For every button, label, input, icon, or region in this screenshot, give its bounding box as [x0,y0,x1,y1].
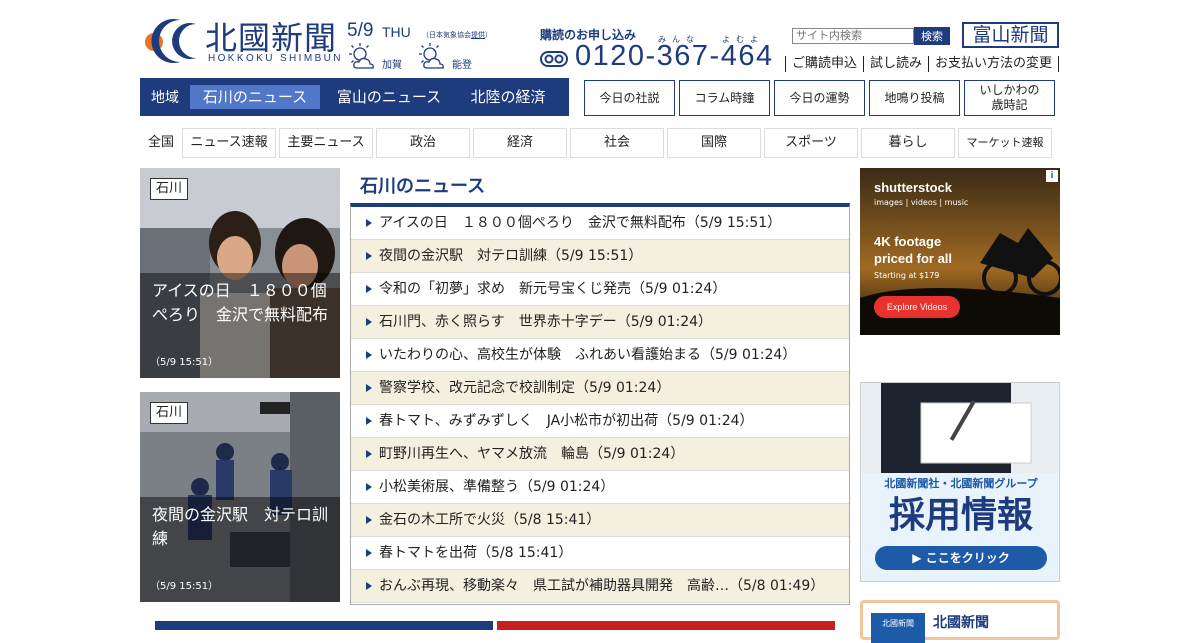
logo-text[interactable]: 北國新聞 [205,18,337,58]
news-item[interactable]: いたわりの心、高校生が体験 ふれあい看護始まる（5/9 01:24） [351,339,849,372]
reader-post-button[interactable]: 地鳴り投稿 [869,80,960,116]
current-date: 5/9 [347,20,374,41]
current-day: THU [382,24,411,40]
ad-headline: 採用情報 [888,495,1033,536]
weather-credit-link[interactable]: 提供 [471,31,485,39]
ad-photo [861,383,1059,473]
free-dial-icon [540,50,568,68]
toyama-shimbun-button[interactable]: 富山新聞 [962,22,1059,48]
ad-cta-button[interactable]: ▶ ここをクリック [875,546,1047,570]
banner-label: 北國新聞 [933,615,989,631]
news-item[interactable]: 金石の木工所で火災（5/8 15:41） [351,504,849,537]
weather-area-label: 加賀 [382,60,402,71]
recruit-ad[interactable]: 北國新聞社・北國新聞グループ 採用情報 ▶ ここをクリック [860,382,1060,582]
card-time: （5/9 15:51） [150,357,219,368]
subscribe-link[interactable]: ご購読申込 [785,56,865,72]
region-nav: 地域 石川のニュース 富山のニュース 北陸の経済 [140,78,569,116]
hokkoku-logo-box: 北國新聞 [871,613,925,643]
weather-area-label: 能登 [452,60,472,71]
news-item[interactable]: 令和の「初夢」求め 新元号宝くじ発売（5/9 01:24） [351,273,849,306]
tab-hokuriku-economy[interactable]: 北陸の経済 [458,85,558,109]
national-label: 全国 [147,135,174,150]
payment-change-link[interactable]: お支払い方法の変更 [929,56,1060,72]
ad-price: Starting at $179 [874,271,940,280]
shutterstock-ad[interactable]: shutterstock images | videos | music i 4… [860,168,1060,335]
news-item[interactable]: 小松美術展、準備整う（5/9 01:24） [351,471,849,504]
seasonal-almanac-button[interactable]: いしかわの 歳時記 [964,80,1055,116]
cat-economy[interactable]: 経済 [473,128,567,158]
news-photo-card[interactable]: 石川 夜間の金沢駅 対テロ訓練 （5/9 15:51） [140,392,340,602]
subscribe-phone[interactable]: 0120-367-464 [575,40,774,73]
news-item[interactable]: 警察学校、改元記念で校訓制定（5/9 01:24） [351,372,849,405]
news-item[interactable]: おんぶ再現、移動楽々 県工試が補助器具開発 高齢…（5/8 01:49） [351,570,849,603]
search-button[interactable]: 検索 [914,27,950,45]
region-tag: 石川 [150,178,189,200]
news-list: アイスの日 １８００個ぺろり 金沢で無料配布（5/9 15:51） 夜間の金沢駅… [350,203,850,605]
cat-society[interactable]: 社会 [570,128,664,158]
tab-toyama-news[interactable]: 富山のニュース [324,85,454,109]
ad-cta-button[interactable]: Explore Videos [874,296,960,318]
cat-living[interactable]: 暮らし [861,128,955,158]
sun-cloud-icon [419,43,444,69]
news-item[interactable]: 町野川再生へ、ヤマメ放流 輪島（5/9 01:24） [351,438,849,471]
horoscope-button[interactable]: 今日の運勢 [774,80,865,116]
weather-noto[interactable]: 能登 [418,42,472,76]
bottom-banner-right[interactable] [497,621,835,630]
logo-mark[interactable] [140,16,198,64]
news-item[interactable]: 春トマトを出荷（5/8 15:41） [351,537,849,570]
bottom-banner-left[interactable] [155,621,493,630]
news-item[interactable]: 石川門、赤く照らす 世界赤十字デー（5/9 01:24） [351,306,849,339]
section-title: 石川のニュース [360,176,486,197]
news-item[interactable]: 夜間の金沢駅 対テロ訓練（5/9 15:51） [351,240,849,273]
editorial-button[interactable]: 今日の社説 [584,80,675,116]
weather-credit: （日本気象協会提供） [422,31,492,39]
ad-headline: 4K footage [874,234,942,249]
sun-cloud-icon [349,43,374,69]
search-input[interactable] [792,28,914,44]
news-item[interactable]: 春トマト、みずみずしく JA小松市が初出荷（5/9 01:24） [351,405,849,438]
cat-breaking-news[interactable]: ニュース速報 [182,128,276,158]
cat-market-news[interactable]: マーケット速報 [958,128,1052,158]
top-links: ご購読申込 試し読み お支払い方法の変更 [785,56,1060,72]
cat-sports[interactable]: スポーツ [764,128,858,158]
adchoices-icon[interactable]: i [1046,170,1058,182]
ad-company: 北國新聞社・北國新聞グループ [884,477,1038,490]
hokkoku-banner[interactable]: 北國新聞 北國新聞 [860,600,1060,643]
cat-politics[interactable]: 政治 [376,128,470,158]
tab-ishikawa-news[interactable]: 石川のニュース [190,85,320,109]
region-tag: 石川 [150,402,189,424]
logo-roman: HOKKOKU SHIMBUN [208,53,343,64]
category-nav: 全国 ニュース速報 主要ニュース 政治 経済 社会 国際 スポーツ 暮らし マー… [140,128,1060,158]
weather-kaga[interactable]: 加賀 [348,42,402,76]
trial-link[interactable]: 試し読み [864,56,930,72]
column-jisho-button[interactable]: コラム時鐘 [679,80,770,116]
news-photo-card[interactable]: 石川 アイスの日 １８００個ぺろり 金沢で無料配布 （5/9 15:51） [140,168,340,378]
card-time: （5/9 15:51） [150,581,219,592]
ad-subtitle: images | videos | music [874,198,969,207]
news-item[interactable]: アイスの日 １８００個ぺろり 金沢で無料配布（5/9 15:51） [351,207,849,240]
region-label: 地域 [151,90,179,106]
cat-international[interactable]: 国際 [667,128,761,158]
ad-headline: priced for all [874,251,953,266]
ad-brand: shutterstock [874,180,953,195]
cat-top-news[interactable]: 主要ニュース [279,128,373,158]
